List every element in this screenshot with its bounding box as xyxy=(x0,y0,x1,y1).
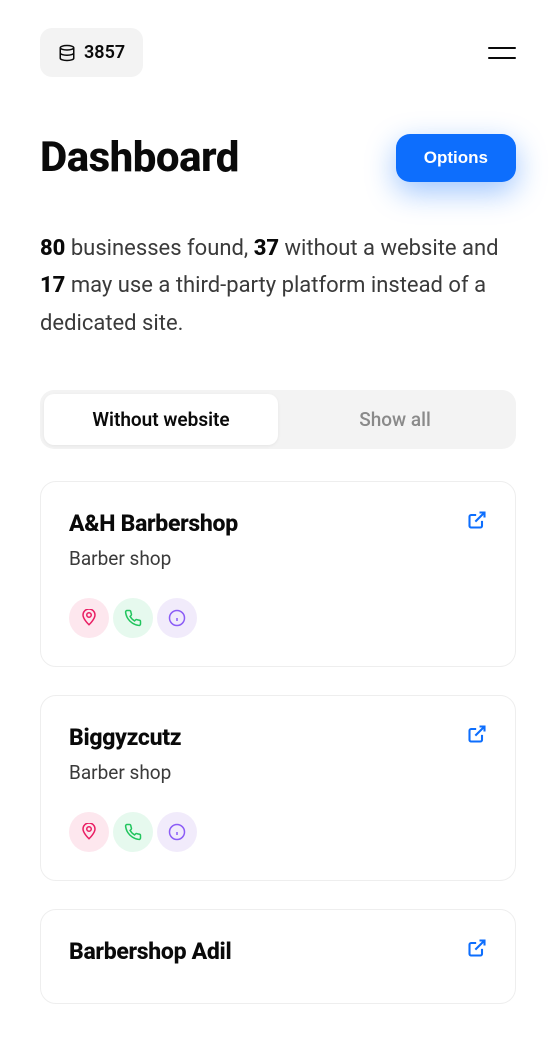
location-icon xyxy=(80,823,98,841)
phone-icon xyxy=(124,823,142,841)
page-title: Dashboard xyxy=(40,133,239,182)
open-external-button[interactable] xyxy=(467,938,487,962)
business-name: Biggyzcutz xyxy=(69,724,181,751)
header: 3857 xyxy=(40,28,516,77)
summary-text: 80 businesses found, 37 without a websit… xyxy=(40,230,516,342)
summary-without: 37 xyxy=(254,236,279,261)
external-link-icon xyxy=(467,938,487,958)
phone-button[interactable] xyxy=(113,812,153,852)
action-row xyxy=(69,598,487,638)
summary-thirdparty: 17 xyxy=(40,273,65,298)
summary-total: 80 xyxy=(40,236,65,261)
info-icon xyxy=(168,609,186,627)
business-category: Barber shop xyxy=(69,761,487,784)
tabs: Without website Show all xyxy=(40,390,516,449)
open-external-button[interactable] xyxy=(467,724,487,748)
info-button[interactable] xyxy=(157,598,197,638)
credits-count: 3857 xyxy=(84,42,125,63)
menu-button[interactable] xyxy=(488,47,516,59)
phone-button[interactable] xyxy=(113,598,153,638)
location-button[interactable] xyxy=(69,812,109,852)
business-card: Barbershop Adil xyxy=(40,909,516,1004)
open-external-button[interactable] xyxy=(467,510,487,534)
options-button[interactable]: Options xyxy=(396,134,516,182)
business-category: Barber shop xyxy=(69,547,487,570)
info-icon xyxy=(168,823,186,841)
business-card: Biggyzcutz Barber shop xyxy=(40,695,516,881)
tab-without-website[interactable]: Without website xyxy=(44,394,278,445)
database-icon xyxy=(58,44,76,62)
tab-show-all[interactable]: Show all xyxy=(278,394,512,445)
location-button[interactable] xyxy=(69,598,109,638)
external-link-icon xyxy=(467,724,487,744)
credits-badge[interactable]: 3857 xyxy=(40,28,143,77)
business-card: A&H Barbershop Barber shop xyxy=(40,481,516,667)
phone-icon xyxy=(124,609,142,627)
location-icon xyxy=(80,609,98,627)
external-link-icon xyxy=(467,510,487,530)
title-row: Dashboard Options xyxy=(40,133,516,182)
business-name: A&H Barbershop xyxy=(69,510,238,537)
info-button[interactable] xyxy=(157,812,197,852)
action-row xyxy=(69,812,487,852)
business-name: Barbershop Adil xyxy=(69,938,231,965)
